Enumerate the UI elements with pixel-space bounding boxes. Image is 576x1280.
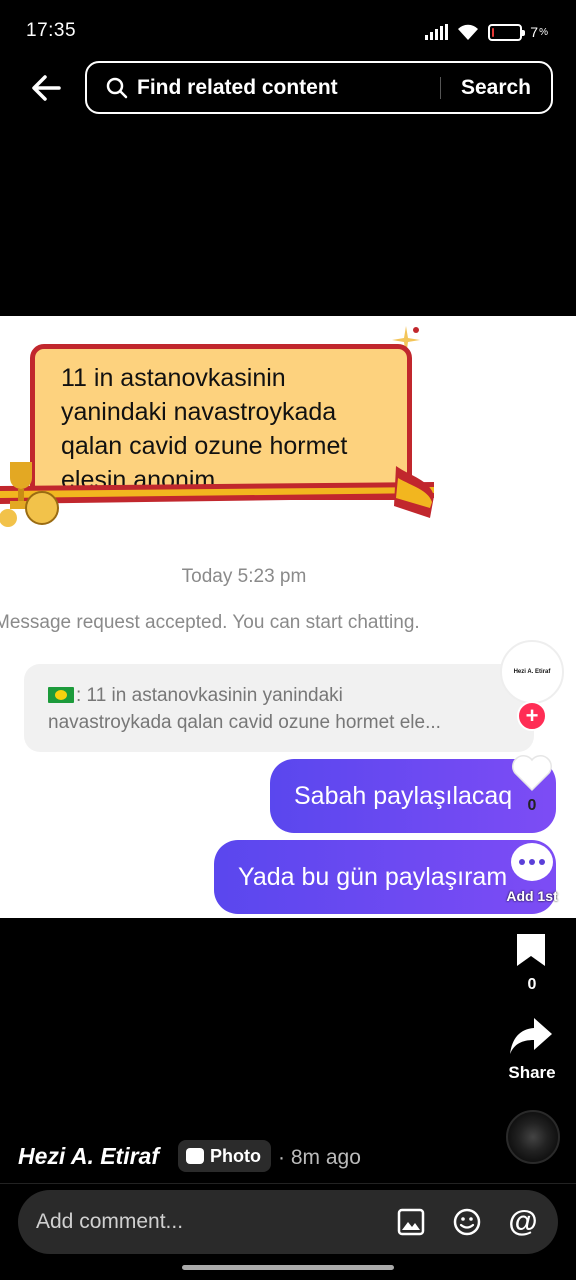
- quote-line-2: navastroykada qalan cavid ozune hormet e…: [48, 712, 441, 733]
- chat-system-note: Message request accepted. You can start …: [0, 612, 420, 633]
- status-time: 17:35: [26, 20, 77, 41]
- photo-badge: Photo: [178, 1140, 271, 1172]
- divider: [0, 1183, 576, 1184]
- bookmark-count: 0: [527, 976, 537, 993]
- image-icon[interactable]: [394, 1205, 428, 1239]
- search-bar[interactable]: Find related content Search: [85, 61, 553, 114]
- author-name[interactable]: Hezi A. Etiraf: [18, 1143, 159, 1170]
- search-icon: [105, 76, 129, 100]
- battery-level: [492, 27, 495, 37]
- battery-icon: [488, 23, 526, 41]
- signal-icon: [425, 24, 449, 40]
- mention-icon[interactable]: @: [506, 1205, 540, 1239]
- share-icon[interactable]: [508, 1016, 554, 1056]
- author-avatar[interactable]: Hezi A. Etiraf: [500, 640, 564, 704]
- comment-icon[interactable]: [511, 843, 553, 881]
- heart-icon[interactable]: [510, 752, 554, 792]
- search-input[interactable]: Find related content: [137, 76, 440, 100]
- flag-sticker: [394, 466, 434, 518]
- banner-text: 11 in astanovkasinin yanindaki navastroy…: [61, 364, 348, 494]
- chat-timestamp: Today 5:23 pm: [181, 566, 307, 587]
- like-count: 0: [527, 797, 537, 814]
- announcement-banner: 11 in astanovkasinin yanindaki navastroy…: [30, 344, 412, 500]
- follow-button[interactable]: +: [517, 701, 547, 731]
- home-indicator: [182, 1265, 394, 1270]
- back-arrow-icon: [32, 75, 61, 101]
- post-photo[interactable]: 11 in astanovkasinin yanindaki navastroy…: [0, 316, 576, 918]
- comment-input[interactable]: Add comment...: [36, 1210, 394, 1234]
- back-button[interactable]: [26, 68, 66, 108]
- status-bar: 17:35 7%: [0, 0, 576, 62]
- battery-percent: 7: [530, 24, 539, 40]
- brazil-flag-icon: [48, 687, 74, 703]
- photo-badge-label: Photo: [210, 1145, 261, 1166]
- comment-bar[interactable]: Add comment... @: [18, 1190, 558, 1254]
- bookmark-icon[interactable]: [515, 932, 547, 968]
- quoted-message: : 11 in astanovkasinin yanindaki navastr…: [24, 664, 534, 752]
- quote-line-1: : 11 in astanovkasinin yanindaki: [76, 685, 343, 706]
- photo-icon: [186, 1148, 204, 1164]
- post-time: · 8m ago: [278, 1146, 361, 1169]
- search-button[interactable]: Search: [441, 76, 551, 100]
- emoji-icon[interactable]: [450, 1205, 484, 1239]
- status-icons: 7%: [425, 20, 548, 44]
- music-disc-icon[interactable]: [506, 1110, 560, 1164]
- comment-count: Add 1st: [506, 888, 558, 904]
- share-label: Share: [508, 1063, 556, 1082]
- wifi-icon: [458, 24, 479, 40]
- avatar-label: Hezi A. Etiraf: [513, 669, 551, 675]
- trophy-icon: [0, 462, 59, 527]
